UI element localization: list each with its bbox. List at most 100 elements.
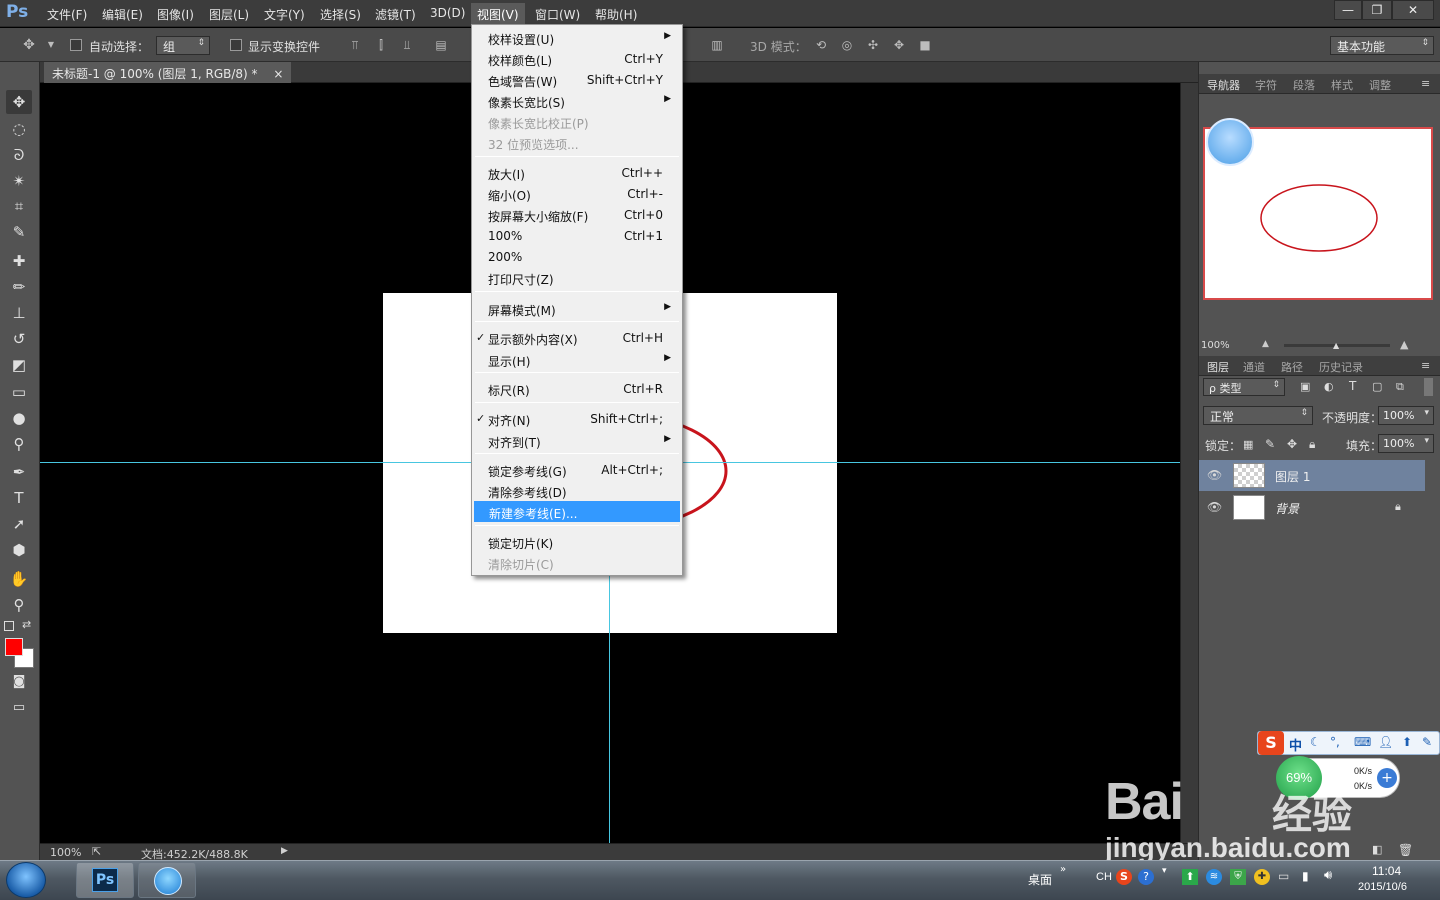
minimize-button[interactable]: — — [1334, 0, 1362, 20]
language-indicator[interactable]: CH — [1096, 871, 1112, 883]
wifi-tray-icon[interactable]: ≋ — [1206, 869, 1222, 885]
move-tool-preset-icon[interactable]: ✥ — [22, 38, 36, 52]
menuitem-snap-to[interactable]: 对齐到(T) ▶ — [473, 430, 681, 451]
menuitem-show[interactable]: 显示(H) ▶ — [473, 349, 681, 370]
swap-colors-icon[interactable]: ⇄ — [22, 618, 31, 631]
filter-toggle[interactable] — [1424, 378, 1433, 396]
menuitem-rulers[interactable]: 标尺(R) Ctrl+R — [473, 378, 681, 399]
taskbar-app-browser[interactable] — [138, 862, 196, 898]
rotate-3d-icon[interactable]: ⟲ — [814, 38, 828, 52]
roll-3d-icon[interactable]: ◎ — [840, 38, 854, 52]
status-menu-arrow-icon[interactable]: ▶ — [281, 846, 288, 856]
menuitem-lock-slices[interactable]: 锁定切片(K) — [473, 531, 681, 552]
layer-name[interactable]: 图层 1 — [1275, 468, 1310, 485]
zoom-readout[interactable]: 100% — [50, 846, 81, 859]
blend-mode-dropdown[interactable]: 正常 ⇕ — [1203, 406, 1313, 425]
clock-date[interactable]: 2015/10/6 — [1358, 881, 1407, 893]
filter-shape-icon[interactable]: ▢ — [1372, 380, 1382, 393]
shield-tray-icon[interactable]: ⛨ — [1230, 869, 1246, 885]
menuitem-zoom-in[interactable]: 放大(I) Ctrl++ — [473, 162, 681, 183]
tab-adjustments[interactable]: 调整 — [1369, 77, 1391, 93]
tab-channels[interactable]: 通道 — [1243, 359, 1265, 375]
layer-row-background[interactable]: 👁︎ 背景 🔒︎ — [1199, 492, 1425, 523]
brush-tool-icon[interactable]: ✏ — [6, 275, 32, 299]
upload-tray-icon[interactable]: ⬆ — [1182, 869, 1198, 885]
network-signal-icon[interactable]: ▮ — [1302, 869, 1309, 883]
canvas-scrollbar[interactable] — [1180, 83, 1198, 843]
desktop-toolbar-label[interactable]: 桌面 — [1028, 871, 1052, 888]
panel-menu-icon[interactable]: ≡ — [1421, 359, 1430, 372]
ime-toolbar[interactable]: ☾ °, ⌨ 👤︎ ⬆ ✎ — [1257, 731, 1440, 755]
auto-select-checkbox[interactable] — [70, 39, 82, 51]
dodge-tool-icon[interactable]: ⚲ — [6, 432, 32, 456]
zoom-tool-icon[interactable]: ⚲ — [6, 593, 32, 617]
new-layer-icon[interactable]: ◧ — [1372, 843, 1382, 856]
lock-transparency-icon[interactable]: ▦ — [1243, 438, 1253, 451]
slider-thumb-icon[interactable]: ▲ — [1333, 341, 1339, 350]
menuitem-zoom-out[interactable]: 缩小(O) Ctrl+- — [473, 183, 681, 204]
toolbar-expand-icon[interactable]: » — [1060, 864, 1066, 875]
camera-3d-icon[interactable]: ■ — [918, 38, 932, 52]
menu-view[interactable]: 视图(V) — [471, 3, 525, 26]
punctuation-icon[interactable]: °, — [1330, 735, 1340, 749]
ellipse-marquee-tool-icon[interactable]: ◌ — [6, 117, 32, 141]
preset-dropdown-icon[interactable]: ▼ — [44, 38, 58, 52]
fill-field[interactable]: 100% ▾ — [1378, 434, 1434, 453]
stamp-tool-icon[interactable]: ⊥ — [6, 301, 32, 325]
wrench-icon[interactable]: ✎ — [1422, 735, 1432, 749]
auto-select-dropdown[interactable]: 组 ⇕ — [156, 36, 210, 55]
help-tray-icon[interactable]: ? — [1138, 869, 1154, 885]
filter-adjust-icon[interactable]: ◐ — [1324, 380, 1334, 393]
blur-tool-icon[interactable]: ● — [6, 406, 32, 430]
filter-image-icon[interactable]: ▣ — [1300, 380, 1310, 393]
menuitem-200-percent[interactable]: 200% — [473, 246, 681, 267]
foreground-color-swatch[interactable] — [5, 638, 23, 656]
filter-type-icon[interactable]: T — [1349, 379, 1356, 393]
filter-smart-icon[interactable]: ⧉ — [1396, 380, 1404, 394]
auto-align-icon[interactable]: ▥ — [710, 38, 724, 52]
opacity-field[interactable]: 100% ▾ — [1378, 406, 1434, 425]
clock-time[interactable]: 11:04 — [1372, 864, 1401, 878]
gradient-tool-icon[interactable]: ▭ — [6, 380, 32, 404]
tab-navigator[interactable]: 导航器 — [1207, 77, 1240, 93]
tab-history[interactable]: 历史记录 — [1319, 359, 1363, 375]
export-icon[interactable]: ⇱ — [92, 845, 101, 858]
zoom-out-icon[interactable]: ▲ — [1262, 339, 1269, 349]
tab-styles[interactable]: 样式 — [1331, 77, 1353, 93]
shape-tool-icon[interactable]: ⬢ — [6, 538, 32, 562]
crop-tool-icon[interactable]: ⌗ — [6, 194, 32, 218]
menuitem-proof-colors[interactable]: 校样颜色(L) Ctrl+Y — [473, 48, 681, 69]
screen-mode-icon[interactable]: ▭ — [6, 696, 32, 720]
shirt-icon[interactable]: ⬆ — [1402, 735, 1412, 749]
close-tab-icon[interactable]: × — [273, 67, 283, 81]
lock-pixels-icon[interactable]: ✎ — [1265, 437, 1275, 451]
volume-icon[interactable]: 🔊︎ — [1324, 868, 1332, 883]
lasso-tool-icon[interactable]: ᘐ — [6, 143, 32, 167]
slide-3d-icon[interactable]: ✥ — [892, 38, 906, 52]
navigator-zoom-value[interactable]: 100% — [1201, 340, 1230, 351]
menuitem-new-guide[interactable]: 新建参考线(E)... — [474, 501, 680, 522]
menuitem-proof-setup[interactable]: 校样设置(U) ▶ — [473, 27, 681, 48]
layer-row-layer1[interactable]: 👁︎ 图层 1 — [1199, 460, 1425, 491]
layer-filter-dropdown[interactable]: ρ 类型 ⇕ — [1203, 378, 1285, 396]
show-transform-checkbox[interactable] — [230, 39, 242, 51]
wifi-icon[interactable] — [1206, 118, 1254, 166]
menu-select[interactable]: 选择(S) — [320, 6, 361, 23]
menu-3d[interactable]: 3D(D) — [430, 6, 465, 20]
taskbar-app-photoshop[interactable]: Ps — [76, 862, 134, 898]
security-tray-icon[interactable]: ✚ — [1254, 869, 1270, 885]
plus-icon[interactable]: + — [1377, 768, 1397, 788]
moon-icon[interactable]: ☾ — [1310, 735, 1321, 749]
menuitem-clear-guides[interactable]: 清除参考线(D) — [473, 480, 681, 501]
layer-name[interactable]: 背景 — [1275, 500, 1299, 517]
restore-button[interactable]: ❐ — [1362, 0, 1392, 20]
menuitem-gamut-warning[interactable]: 色域警告(W) Shift+Ctrl+Y — [473, 69, 681, 90]
menuitem-lock-guides[interactable]: 锁定参考线(G) Alt+Ctrl+; — [473, 459, 681, 480]
menuitem-show-extras[interactable]: ✓ 显示额外内容(X) Ctrl+H — [473, 327, 681, 348]
workspace-dropdown[interactable]: 基本功能 ⇕ — [1330, 36, 1434, 55]
zoom-in-icon[interactable]: ▲ — [1400, 338, 1408, 351]
visibility-eye-icon[interactable]: 👁︎ — [1207, 468, 1222, 482]
pen-tool-icon[interactable]: ✒ — [6, 460, 32, 484]
sogou-tray-icon[interactable]: S — [1116, 869, 1132, 885]
lock-all-icon[interactable]: 🔒︎ — [1309, 437, 1315, 452]
